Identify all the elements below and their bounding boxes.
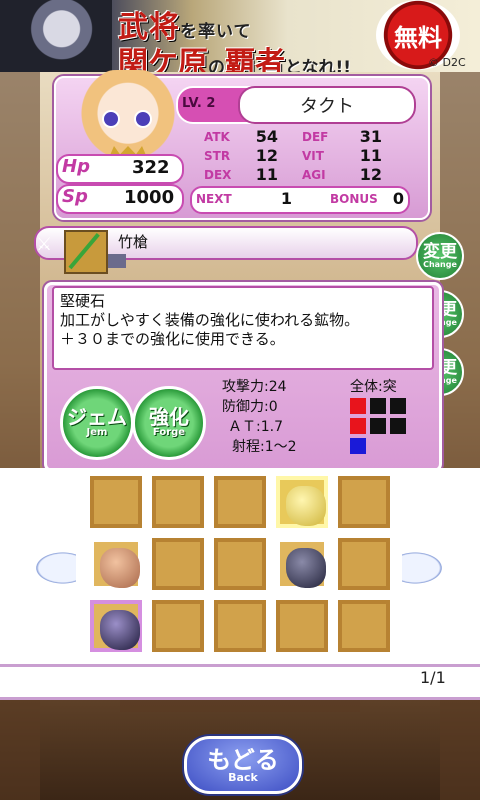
page-indicator-bar (0, 664, 480, 700)
weapon-slot-indicator (108, 254, 126, 268)
inventory-slot[interactable] (152, 476, 204, 528)
stat-value-dex: 11 (255, 165, 278, 184)
inventory-slot[interactable] (214, 600, 266, 652)
sword-icon: ⚔ (36, 234, 53, 255)
stat-value-atk: 54 (255, 127, 278, 146)
stat-value-str: 12 (255, 146, 278, 165)
defense-stat: 防御力:0 (222, 399, 278, 415)
inventory-slot[interactable] (214, 538, 266, 590)
inventory-slot[interactable] (214, 476, 266, 528)
inventory-slot-dark-gem[interactable] (90, 600, 142, 652)
page-indicator: 1/1 (420, 668, 446, 687)
ad-banner[interactable]: 武将を率いて 関ケ原の覇者となれ!! 無料 © D2C (0, 0, 480, 72)
attack-stat: 攻撃力:24 (222, 379, 287, 395)
inventory-slot-dark-stone[interactable] (276, 538, 328, 590)
back-button[interactable]: もどる Back (184, 736, 302, 794)
inventory-slot[interactable] (338, 476, 390, 528)
character-level: LV. 2 (182, 96, 216, 111)
inventory-slot[interactable] (90, 476, 142, 528)
wing-left-icon[interactable] (32, 550, 76, 586)
sp-label: Sp (62, 186, 88, 207)
gem-button[interactable]: ジェム Jem (60, 386, 134, 460)
sp-value: 1000 (124, 187, 175, 208)
bonus-value: 0 (392, 189, 404, 208)
character-name: タクト (238, 86, 416, 124)
yellow-stone-icon (286, 486, 326, 526)
weapon-name: 竹槍 (118, 233, 149, 251)
banner-character-art (0, 0, 112, 72)
item-description-line1: 加工がしやすく装備の強化に使われる鉱物。 (60, 311, 360, 329)
wing-right-icon[interactable] (402, 550, 446, 586)
dark-stone-icon (286, 548, 326, 588)
hp-label: Hp (62, 156, 90, 177)
inventory-slot[interactable] (276, 600, 328, 652)
inventory-slot[interactable] (152, 538, 204, 590)
inventory-slot[interactable] (152, 600, 204, 652)
banner-line2: 関ケ原の覇者となれ!! (118, 46, 351, 72)
stat-label-agi: AGI (302, 168, 326, 182)
attack-time-stat: ＡＴ:1.7 (228, 419, 283, 435)
banner-copyright: © D2C (428, 56, 466, 69)
weapon-thumbnail (64, 230, 108, 274)
stat-label-def: DEF (302, 130, 329, 144)
next-value: 1 (280, 189, 292, 208)
change-button-weapon[interactable]: 変更 Change (416, 232, 464, 280)
stat-value-vit: 11 (359, 146, 382, 165)
item-description-line2: ＋３０までの強化に使用できる。 (60, 330, 285, 348)
stat-label-str: STR (204, 149, 231, 163)
next-label: NEXT (196, 192, 232, 206)
item-description-box: 堅硬石 加工がしやすく装備の強化に使われる鉱物。 ＋３０までの強化に使用できる。 (52, 286, 434, 370)
item-name: 堅硬石 (60, 292, 106, 310)
stat-value-agi: 12 (359, 165, 382, 184)
hp-value: 322 (132, 157, 170, 178)
stat-label-atk: ATK (204, 130, 230, 144)
inventory-slot-yellow-stone[interactable] (276, 476, 328, 528)
inventory-slot-brown-stone[interactable] (90, 538, 142, 590)
inventory-slot[interactable] (338, 600, 390, 652)
range-stat: 射程:1～2 (232, 439, 297, 455)
stat-label-vit: VIT (302, 149, 324, 163)
stat-label-dex: DEX (204, 168, 232, 182)
dark-gem-icon (100, 610, 140, 650)
stat-value-def: 31 (359, 127, 382, 146)
brown-stone-icon (100, 548, 140, 588)
inventory-slot[interactable] (338, 538, 390, 590)
character-portrait (74, 70, 182, 166)
forge-button[interactable]: 強化 Forge (132, 386, 206, 460)
attack-area-label: 全体:突 (350, 379, 397, 395)
